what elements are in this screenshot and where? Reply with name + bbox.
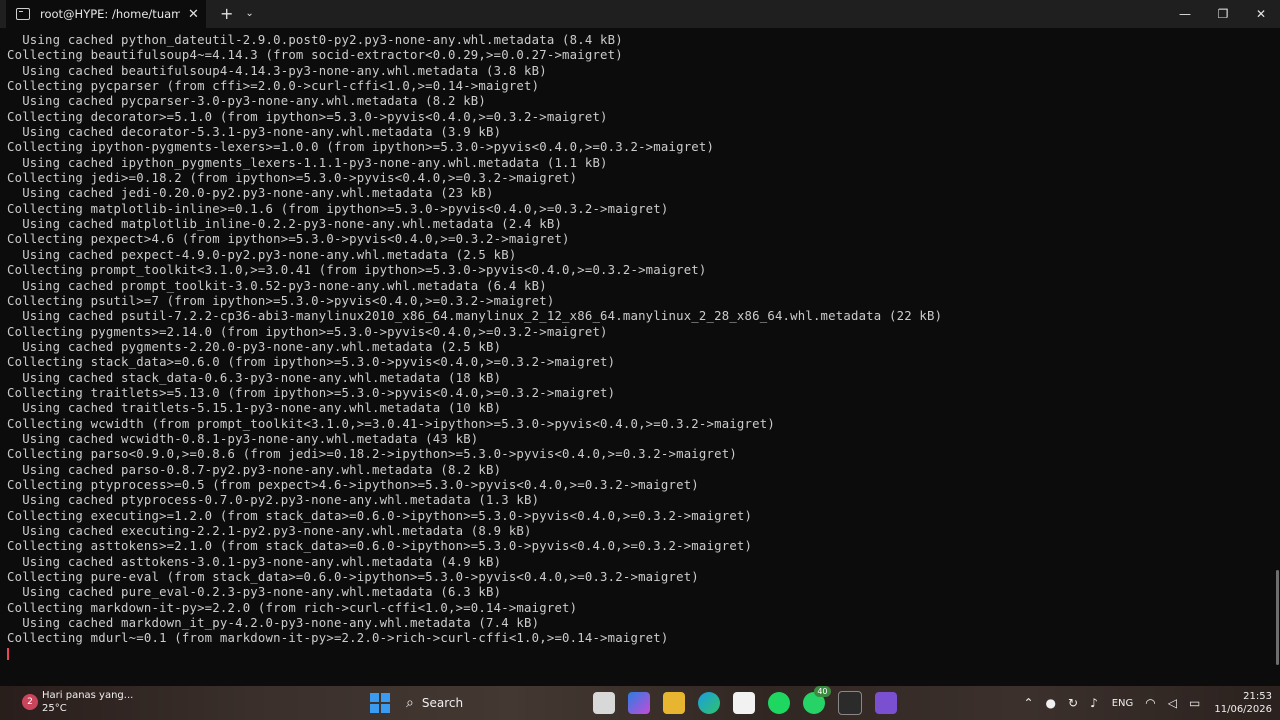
- whatsapp-icon[interactable]: 40: [802, 686, 831, 714]
- text-cursor: [7, 648, 9, 661]
- terminal-line: Using cached ipython_pygments_lexers-1.1…: [7, 155, 608, 170]
- terminal-line: Using cached matplotlib_inline-0.2.2-py3…: [7, 217, 563, 232]
- terminal-line: Using cached jedi-0.20.0-py2.py3-none-an…: [7, 186, 494, 201]
- terminal-line: Using cached beautifulsoup4-4.14.3-py3-n…: [7, 63, 547, 78]
- terminal-line: Collecting prompt_toolkit<3.1.0,>=3.0.41…: [7, 263, 707, 278]
- title-bar: root@HYPE: /home/tuampek/ ✕ + ⌄ — ❐ ✕: [0, 0, 1280, 28]
- tab-close-icon[interactable]: ✕: [188, 8, 199, 21]
- system-tray: ⌃ ● ↻ ♪ ENG ◠ ◁ ▭ 21:53 11/06/2026: [1011, 690, 1272, 716]
- store-icon[interactable]: [732, 692, 755, 714]
- terminal-line: Collecting pygments>=2.14.0 (from ipytho…: [7, 324, 608, 339]
- terminal-line: Using cached decorator-5.3.1-py3-none-an…: [7, 125, 502, 140]
- whatsapp-badge: 40: [814, 686, 831, 697]
- app-icon[interactable]: [874, 692, 897, 714]
- terminal-app-icon[interactable]: [837, 691, 862, 715]
- terminal-line: Collecting psutil>=7 (from ipython>=5.3.…: [7, 293, 555, 308]
- taskbar-apps: ⌕ Search 40: [370, 686, 903, 716]
- edge-icon[interactable]: [697, 692, 720, 714]
- window-controls: — ❐ ✕: [1166, 0, 1280, 28]
- terminal-line: Collecting pure-eval (from stack_data>=0…: [7, 570, 699, 585]
- terminal-line: Collecting ptyprocess>=0.5 (from pexpect…: [7, 477, 699, 492]
- terminal-line: Collecting ipython-pygments-lexers>=1.0.…: [7, 140, 715, 155]
- mic-icon[interactable]: ♪: [1090, 696, 1098, 710]
- sync-icon[interactable]: ↻: [1068, 696, 1078, 710]
- chevron-up-icon[interactable]: ⌃: [1023, 696, 1033, 710]
- weather-widget[interactable]: 2 Hari panas yang... 25°C: [22, 689, 133, 715]
- volume-icon[interactable]: ◁: [1168, 696, 1177, 710]
- terminal-line: Collecting matplotlib-inline>=0.1.6 (fro…: [7, 201, 669, 216]
- terminal-line: Collecting pexpect>4.6 (from ipython>=5.…: [7, 232, 570, 247]
- terminal-icon: [16, 8, 30, 20]
- terminal-line: Using cached wcwidth-0.8.1-py3-none-any.…: [7, 431, 479, 446]
- weather-temperature: 25°C: [42, 703, 67, 714]
- terminal-line: Collecting beautifulsoup4~=4.14.3 (from …: [7, 48, 623, 63]
- terminal-line: Using cached parso-0.8.7-py2.py3-none-an…: [7, 462, 502, 477]
- tab-terminal[interactable]: root@HYPE: /home/tuampek/ ✕: [6, 0, 206, 28]
- weather-icon: 2: [22, 694, 38, 710]
- clock-time: 21:53: [1243, 691, 1272, 702]
- tab-dropdown-button[interactable]: ⌄: [245, 9, 253, 19]
- maximize-button[interactable]: ❐: [1204, 0, 1242, 28]
- battery-icon[interactable]: ▭: [1189, 696, 1200, 710]
- clock-date: 11/06/2026: [1214, 704, 1272, 715]
- terminal-line: Collecting executing>=1.2.0 (from stack_…: [7, 508, 753, 523]
- new-tab-button[interactable]: +: [220, 6, 233, 22]
- terminal-line: Using cached executing-2.2.1-py2.py3-non…: [7, 524, 532, 538]
- terminal-line: Using cached pygments-2.20.0-py3-none-an…: [7, 339, 502, 354]
- tray-app-icon[interactable]: ●: [1046, 696, 1056, 710]
- terminal-window: root@HYPE: /home/tuampek/ ✕ + ⌄ — ❐ ✕ Us…: [0, 0, 1280, 686]
- terminal-output[interactable]: Using cached python_dateutil-2.9.0.post0…: [7, 33, 1268, 662]
- spotify-icon[interactable]: [767, 692, 790, 714]
- file-explorer-icon[interactable]: [662, 692, 685, 714]
- terminal-line: Using cached prompt_toolkit-3.0.52-py3-n…: [7, 278, 547, 293]
- terminal-line: Using cached stack_data-0.6.3-py3-none-a…: [7, 370, 502, 385]
- tab-title: root@HYPE: /home/tuampek/: [40, 7, 180, 21]
- windows-start-icon[interactable]: [370, 693, 390, 713]
- terminal-line: Using cached traitlets-5.15.1-py3-none-a…: [7, 401, 502, 416]
- wifi-icon[interactable]: ◠: [1145, 696, 1155, 710]
- terminal-line: Using cached psutil-7.2.2-cp36-abi3-many…: [7, 309, 943, 324]
- search-icon: ⌕: [406, 695, 414, 711]
- search-label: Search: [421, 696, 464, 710]
- scrollbar[interactable]: [1276, 570, 1279, 665]
- terminal-line: Using cached pycparser-3.0-py3-none-any.…: [7, 94, 487, 109]
- terminal-line: Collecting pycparser (from cffi>=2.0.0->…: [7, 79, 540, 94]
- taskbar: 2 Hari panas yang... 25°C ⌕ Search 40 ⌃ …: [0, 686, 1280, 720]
- language-indicator[interactable]: ENG: [1112, 698, 1134, 709]
- terminal-line: Collecting decorator>=5.1.0 (from ipytho…: [7, 109, 608, 124]
- terminal-line: Using cached pure_eval-0.2.3-py3-none-an…: [7, 585, 502, 600]
- cursor-line: [7, 647, 1268, 662]
- terminal-line: Using cached asttokens-3.0.1-py3-none-an…: [7, 554, 502, 569]
- task-view-icon[interactable]: [592, 692, 615, 714]
- clock[interactable]: 21:53 11/06/2026: [1214, 690, 1272, 716]
- minimize-button[interactable]: —: [1166, 0, 1204, 28]
- terminal-line: Collecting stack_data>=0.6.0 (from ipyth…: [7, 355, 616, 370]
- close-button[interactable]: ✕: [1242, 0, 1280, 28]
- terminal-line: Using cached ptyprocess-0.7.0-py2.py3-no…: [7, 493, 540, 508]
- terminal-line: Using cached pexpect-4.9.0-py2.py3-none-…: [7, 247, 517, 262]
- terminal-line: Using cached python_dateutil-2.9.0.post0…: [7, 33, 623, 47]
- terminal-line: Collecting mdurl~=0.1 (from markdown-it-…: [7, 631, 669, 646]
- terminal-line: Collecting traitlets>=5.13.0 (from ipyth…: [7, 385, 616, 400]
- terminal-line: Using cached markdown_it_py-4.2.0-py3-no…: [7, 616, 540, 631]
- terminal-line: Collecting jedi>=0.18.2 (from ipython>=5…: [7, 171, 578, 186]
- taskbar-search[interactable]: ⌕ Search: [402, 690, 580, 716]
- terminal-line: Collecting asttokens>=2.1.0 (from stack_…: [7, 539, 753, 554]
- terminal-line: Collecting parso<0.9.0,>=0.8.6 (from jed…: [7, 447, 737, 462]
- terminal-line: Collecting wcwidth (from prompt_toolkit<…: [7, 416, 775, 431]
- copilot-icon[interactable]: [627, 692, 650, 714]
- weather-description: Hari panas yang...: [42, 690, 134, 701]
- terminal-line: Collecting markdown-it-py>=2.2.0 (from r…: [7, 600, 578, 615]
